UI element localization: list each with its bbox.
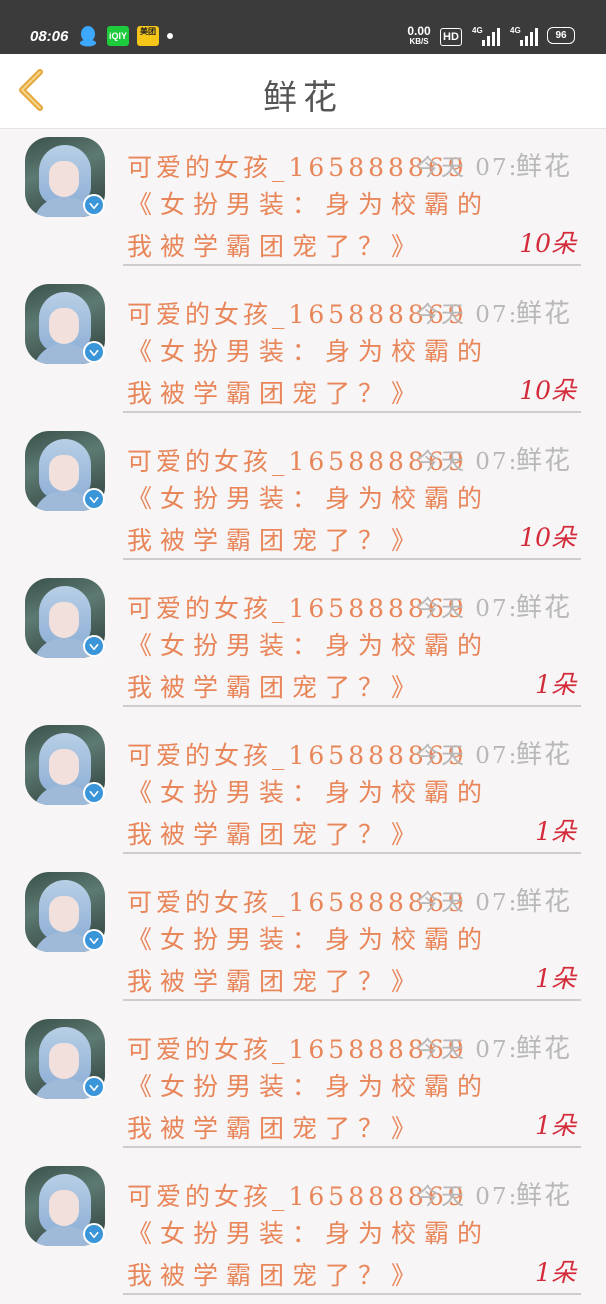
- status-bar: 08:06 iQIY 美团 0.00 KB/S HD 4G 4G 96: [0, 0, 606, 54]
- verified-badge-icon: [83, 929, 105, 951]
- flower-count: 1朵: [535, 670, 576, 699]
- list-item[interactable]: 可爱的女孩_165888869 今天 07:26 鲜花 《女扮男装：身为校霸的我…: [0, 716, 606, 863]
- battery-icon: 96: [547, 27, 575, 44]
- divider: [123, 999, 581, 1001]
- list-item[interactable]: 可爱的女孩_165888869 今天 07:26 鲜花 《女扮男装：身为校霸的我…: [0, 1010, 606, 1157]
- verified-badge-icon: [83, 1076, 105, 1098]
- status-time: 08:06: [30, 28, 69, 45]
- book-title[interactable]: 《女扮男装：身为校霸的我被学霸团宠了？》: [127, 1213, 517, 1297]
- book-title[interactable]: 《女扮男装：身为校霸的我被学霸团宠了？》: [127, 1066, 517, 1150]
- gift-time: 今天 07:26: [416, 743, 518, 769]
- gift-time: 今天 07:26: [416, 890, 518, 916]
- verified-badge-icon: [83, 635, 105, 657]
- verified-badge-icon: [83, 341, 105, 363]
- book-title[interactable]: 《女扮男装：身为校霸的我被学霸团宠了？》: [127, 625, 517, 709]
- gift-type: 鲜花: [516, 740, 573, 770]
- flower-count: 10朵: [519, 523, 576, 552]
- network-speed-value: 0.00: [407, 24, 431, 38]
- qq-icon: [80, 26, 96, 47]
- page-title: 鲜花: [263, 78, 343, 118]
- list-item[interactable]: 可爱的女孩_165888869 今天 07:26 鲜花 《女扮男装：身为校霸的我…: [0, 422, 606, 569]
- flower-count: 10朵: [519, 229, 576, 258]
- flower-count: 1朵: [535, 964, 576, 993]
- divider: [123, 558, 581, 560]
- divider: [123, 852, 581, 854]
- verified-badge-icon: [83, 194, 105, 216]
- verified-badge-icon: [83, 488, 105, 510]
- divider: [123, 264, 581, 266]
- book-title[interactable]: 《女扮男装：身为校霸的我被学霸团宠了？》: [127, 772, 517, 856]
- flower-count: 1朵: [535, 817, 576, 846]
- gift-type: 鲜花: [516, 887, 573, 917]
- gift-type: 鲜花: [516, 593, 573, 623]
- gift-time: 今天 07:26: [416, 155, 518, 181]
- gift-type: 鲜花: [516, 1034, 573, 1064]
- flower-count: 1朵: [535, 1111, 576, 1140]
- gift-time: 今天 07:26: [416, 1184, 518, 1210]
- list-item[interactable]: 可爱的女孩_165888869 今天 07:26 鲜花 《女扮男装：身为校霸的我…: [0, 275, 606, 422]
- list-item[interactable]: 可爱的女孩_165888869 今天 07:26 鲜花 《女扮男装：身为校霸的我…: [0, 569, 606, 716]
- divider: [123, 411, 581, 413]
- divider: [123, 1146, 581, 1148]
- network-speed: 0.00 KB/S: [404, 24, 434, 47]
- book-title[interactable]: 《女扮男装：身为校霸的我被学霸团宠了？》: [127, 919, 517, 1003]
- gift-type: 鲜花: [516, 1181, 573, 1211]
- flower-record-list[interactable]: 可爱的女孩_165888869 今天 07:26 鲜花 《女扮男装：身为校霸的我…: [0, 128, 606, 1304]
- list-item[interactable]: 可爱的女孩_165888869 今天 07:26 鲜花 《女扮男装：身为校霸的我…: [0, 128, 606, 275]
- notification-dot-icon: [167, 33, 173, 39]
- flower-count: 10朵: [519, 376, 576, 405]
- list-item[interactable]: 可爱的女孩_165888869 今天 07:26 鲜花 《女扮男装：身为校霸的我…: [0, 863, 606, 1010]
- signal-icon-2: 4G: [510, 26, 538, 46]
- verified-badge-icon: [83, 1223, 105, 1245]
- book-title[interactable]: 《女扮男装：身为校霸的我被学霸团宠了？》: [127, 184, 517, 268]
- book-title[interactable]: 《女扮男装：身为校霸的我被学霸团宠了？》: [127, 331, 517, 415]
- book-title[interactable]: 《女扮男装：身为校霸的我被学霸团宠了？》: [127, 478, 517, 562]
- divider: [123, 705, 581, 707]
- flower-count: 1朵: [535, 1258, 576, 1287]
- signal-type-2: 4G: [510, 26, 521, 35]
- hd-badge: HD: [440, 28, 462, 46]
- signal-type-1: 4G: [472, 26, 483, 35]
- iqiyi-icon: iQIY: [107, 26, 129, 46]
- gift-time: 今天 07:26: [416, 596, 518, 622]
- gift-type: 鲜花: [516, 299, 573, 329]
- divider: [123, 1293, 581, 1295]
- gift-time: 今天 07:26: [416, 1037, 518, 1063]
- gift-time: 今天 07:26: [416, 449, 518, 475]
- verified-badge-icon: [83, 782, 105, 804]
- gift-time: 今天 07:26: [416, 302, 518, 328]
- signal-icon-1: 4G: [472, 26, 500, 46]
- app-header: 鲜花: [0, 54, 606, 129]
- network-speed-unit: KB/S: [409, 37, 429, 46]
- meituan-icon: 美团: [137, 26, 159, 46]
- gift-type: 鲜花: [516, 446, 573, 476]
- gift-type: 鲜花: [516, 152, 573, 182]
- list-item[interactable]: 可爱的女孩_165888869 今天 07:26 鲜花 《女扮男装：身为校霸的我…: [0, 1157, 606, 1304]
